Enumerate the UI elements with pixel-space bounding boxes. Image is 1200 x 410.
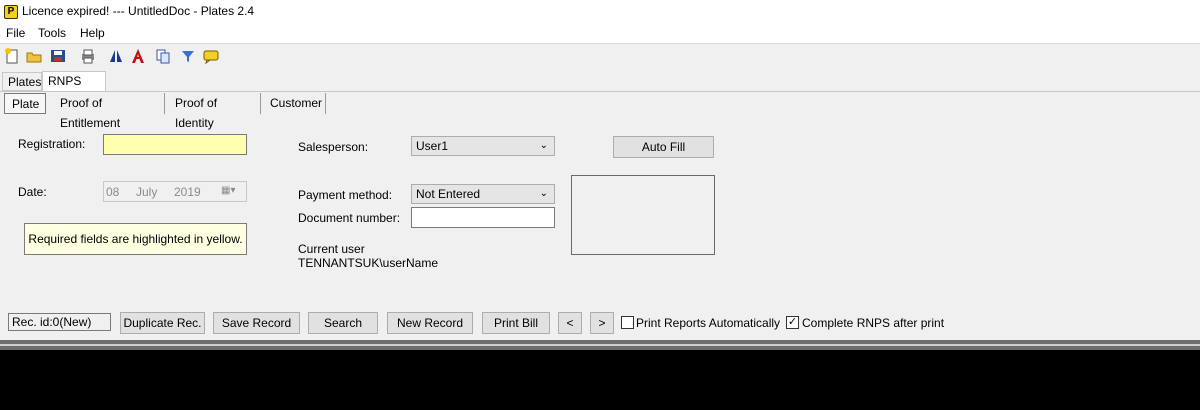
menu-bar: File Tools Help bbox=[0, 24, 1200, 44]
toolbar bbox=[0, 44, 1200, 70]
print-bill-button[interactable]: Print Bill bbox=[482, 312, 550, 334]
payment-method-value: Not Entered bbox=[416, 187, 481, 201]
date-year: 2019 bbox=[174, 185, 201, 199]
chevron-down-icon: ⌄ bbox=[539, 188, 548, 199]
previous-record-button[interactable]: < bbox=[558, 312, 582, 334]
print-icon[interactable] bbox=[80, 48, 96, 64]
current-user-value: TENNANTSUK\userName bbox=[298, 256, 439, 270]
print-reports-automatically-label: Print Reports Automatically bbox=[636, 316, 781, 330]
registration-label: Registration: bbox=[18, 137, 86, 151]
document-number-label: Document number: bbox=[298, 211, 401, 225]
save-record-button[interactable]: Save Record bbox=[213, 312, 300, 334]
copy-icon[interactable] bbox=[155, 48, 171, 64]
new-icon[interactable] bbox=[4, 48, 20, 64]
complete-rnps-label: Complete RNPS after print bbox=[802, 316, 945, 330]
payment-method-label: Payment method: bbox=[298, 188, 393, 202]
print-reports-automatically-checkbox[interactable] bbox=[621, 316, 634, 329]
document-number-input[interactable] bbox=[411, 207, 555, 228]
calendar-dropdown-icon[interactable]: ▦▾ bbox=[221, 185, 235, 196]
auto-fill-button[interactable]: Auto Fill bbox=[613, 136, 714, 158]
salesperson-value: User1 bbox=[416, 139, 449, 153]
complete-rnps-checkbox[interactable]: ✓ bbox=[786, 316, 799, 329]
menu-file[interactable]: File bbox=[6, 26, 25, 40]
subtab-customer[interactable]: Customer bbox=[263, 93, 326, 114]
tab-plates[interactable]: Plates bbox=[2, 72, 42, 91]
title-bar: P Licence expired! --- UntitledDoc - Pla… bbox=[0, 0, 1200, 24]
date-day: 08 bbox=[106, 185, 120, 199]
next-record-button[interactable]: > bbox=[590, 312, 614, 334]
date-picker[interactable]: 08 July 2019 ▦▾ bbox=[103, 181, 247, 202]
required-fields-note: Required fields are highlighted in yello… bbox=[24, 223, 247, 255]
output-pane bbox=[0, 350, 1200, 410]
app-icon: P bbox=[4, 5, 18, 19]
menu-tools[interactable]: Tools bbox=[38, 26, 66, 40]
search-button[interactable]: Search bbox=[308, 312, 378, 334]
subtab-plate[interactable]: Plate bbox=[4, 93, 46, 114]
salesperson-select[interactable]: User1 ⌄ bbox=[411, 136, 555, 156]
save-icon[interactable] bbox=[50, 48, 66, 64]
new-record-button[interactable]: New Record bbox=[387, 312, 473, 334]
subtab-proof-of-entitlement[interactable]: Proof of Entitlement bbox=[53, 93, 165, 130]
tab-rnps-log[interactable]: RNPS Log bbox=[42, 71, 106, 107]
current-user-label: Current user bbox=[298, 242, 365, 256]
date-month: July bbox=[136, 185, 158, 199]
duplicate-record-button[interactable]: Duplicate Rec. bbox=[120, 312, 205, 334]
menu-help[interactable]: Help bbox=[80, 26, 105, 40]
salesperson-label: Salesperson: bbox=[298, 140, 369, 154]
registration-input[interactable] bbox=[103, 134, 247, 155]
record-id-display: Rec. id:0(New) bbox=[8, 313, 111, 331]
subtab-proof-of-identity[interactable]: Proof of Identity bbox=[168, 93, 261, 130]
window-title: Licence expired! --- UntitledDoc - Plate… bbox=[22, 4, 255, 18]
message-icon[interactable] bbox=[203, 48, 219, 64]
open-folder-icon[interactable] bbox=[26, 48, 42, 64]
date-label: Date: bbox=[18, 185, 47, 199]
font-icon[interactable] bbox=[130, 48, 146, 64]
image-preview-box bbox=[571, 175, 715, 255]
chevron-down-icon: ⌄ bbox=[539, 140, 548, 151]
payment-method-select[interactable]: Not Entered ⌄ bbox=[411, 184, 555, 204]
compare-icon[interactable] bbox=[108, 48, 124, 64]
filter-icon[interactable] bbox=[180, 48, 196, 64]
splitter-highlight bbox=[0, 344, 1200, 346]
